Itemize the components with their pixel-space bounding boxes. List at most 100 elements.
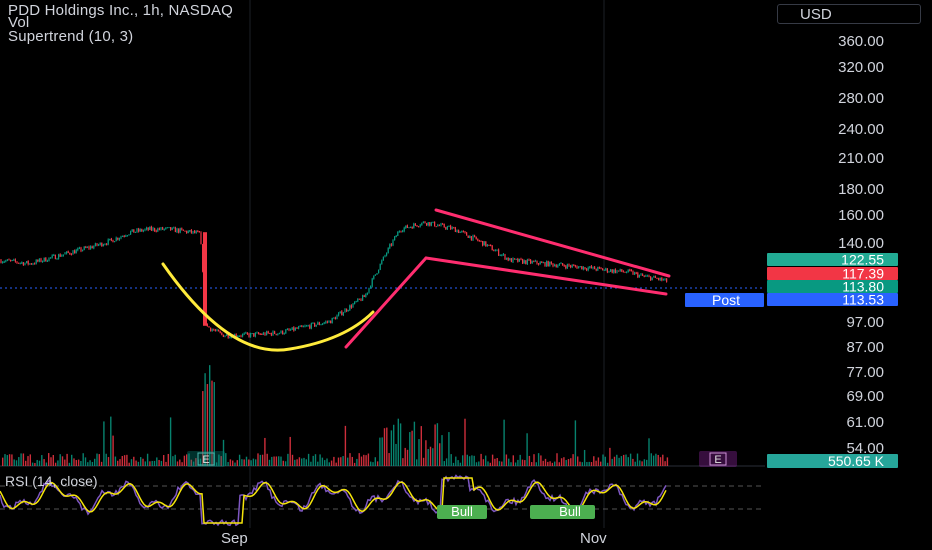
candle-body [557,265,559,268]
candle-body [616,270,618,273]
volume-bar [664,461,666,466]
candle-body [83,246,85,250]
candle-body [179,228,181,233]
volume-bar [439,443,441,466]
candle-body [506,257,508,260]
candle-body [571,265,573,268]
candle-body [382,256,384,261]
candle-body [478,240,480,242]
volume-bar [36,459,38,466]
candle-body [70,254,72,256]
volume-bar [121,456,123,466]
candle-body [446,226,448,229]
price-axis-label: 240.00 [838,121,884,138]
candle-body [379,263,381,270]
volume-bar [427,448,429,466]
volume-bar [333,456,335,466]
candle-body [422,221,424,223]
volume-bar [335,462,337,466]
volume-bar [130,459,133,466]
candle-body [14,259,16,262]
volume-bar [172,456,174,466]
volume-bar [340,457,342,466]
volume-bar [374,457,376,466]
volume-bar [462,455,464,466]
volume-bar [271,456,273,466]
candle-body [536,260,538,264]
candle-body [286,329,288,331]
candle-body [59,254,61,257]
candle-body [619,269,621,271]
candle-body [643,275,645,277]
candle-body [418,226,420,228]
volume-bar [89,460,91,466]
volume-bar [50,457,52,466]
candle-body [296,327,298,329]
candle-body [474,235,476,237]
volume-bar [572,454,574,466]
candle-body [475,236,477,240]
candle-body [368,287,370,293]
volume-bar [429,446,432,466]
candle-body [88,246,90,249]
candle-body [539,262,541,265]
candle-body [483,241,485,246]
candle-body [158,228,160,230]
volume-bar [8,454,11,466]
candle-body [126,235,128,237]
candle-body [582,267,584,270]
volume-bar [347,457,349,466]
candle-body [80,247,82,252]
candle-body [552,263,554,267]
candle-body [221,332,223,335]
candle-body [56,258,58,260]
candle-body [656,278,658,280]
candle-body [318,322,320,325]
volume-bar [151,460,153,466]
candle-body [434,221,436,227]
currency-selector[interactable]: USD [777,4,921,24]
candle-body [214,330,216,332]
volume-bar [227,462,229,466]
volume-bar [464,418,466,466]
volume-bar [259,454,261,466]
volume-bar [287,453,289,466]
candle-body [155,230,157,232]
candle-body [323,322,325,324]
volume-bar [328,462,330,466]
volume-bar [41,455,43,466]
price-chart[interactable]: 360.00 320.00 280.00 240.00 210.00 180.00 160.… [0,0,932,550]
candle-body [365,294,367,298]
candle-body [53,254,55,256]
candle-body [520,258,522,260]
volume-bar [627,457,629,466]
candle-body [238,335,240,337]
candle-body [42,260,44,262]
candle-body [139,229,141,232]
candle-body [254,332,256,337]
volume-bar [156,457,158,466]
volume-bar [505,454,508,466]
volume-bar [657,454,659,466]
volume-bar [666,457,669,466]
event-marker-earnings-1-label: E [202,454,209,466]
candle-body [302,326,304,328]
candle-body [40,258,42,262]
volume-bar [503,419,505,466]
candle-body [50,257,52,259]
volume-bar [123,455,126,466]
volume-bar [489,462,491,466]
candle-body [310,323,312,329]
volume-bar [112,435,114,466]
volume-bar [494,458,496,466]
candle-body [82,249,84,252]
candle-body [86,246,88,248]
volume-bar [480,453,482,466]
candle-body [387,247,389,254]
candle-body [0,260,2,263]
volume-bar [126,454,128,466]
candle-body [75,249,77,254]
volume-bar [303,457,305,466]
volume-bar [238,454,241,466]
candle-body [315,324,317,327]
